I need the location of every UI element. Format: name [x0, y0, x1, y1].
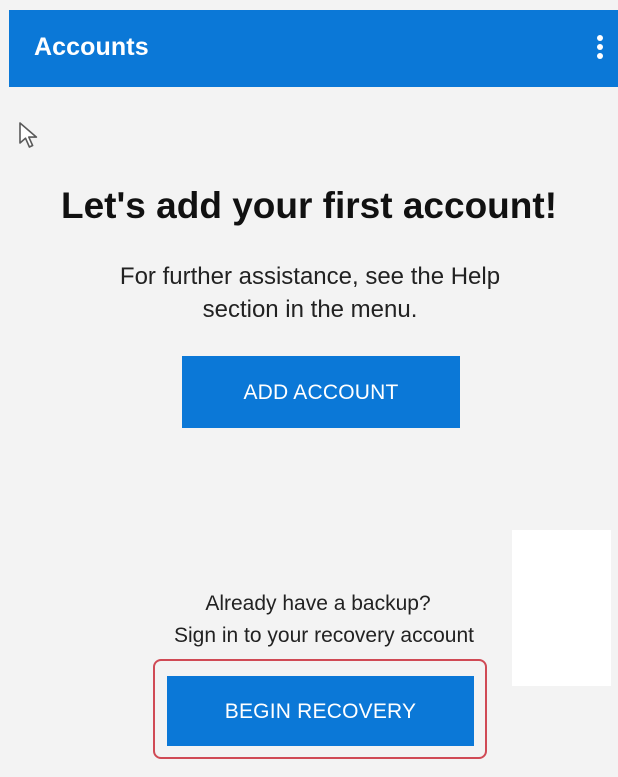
- backup-question: Already have a backup?: [205, 592, 431, 615]
- menu-dot-icon: [597, 35, 603, 41]
- blank-panel: [512, 530, 611, 686]
- app-title: Accounts: [34, 33, 149, 61]
- menu-dot-icon: [597, 53, 603, 59]
- empty-state-heading: Let's add your first account!: [60, 185, 558, 226]
- help-text: For further assistance, see the Help sec…: [119, 263, 501, 323]
- menu-dot-icon: [597, 44, 603, 50]
- app-bar: Accounts: [9, 10, 618, 87]
- begin-recovery-button[interactable]: BEGIN RECOVERY: [167, 676, 474, 746]
- recovery-prompt: Sign in to your recovery account: [174, 624, 474, 647]
- mouse-pointer-icon: [19, 122, 38, 148]
- add-account-button[interactable]: ADD ACCOUNT: [182, 356, 460, 428]
- more-vertical-icon[interactable]: [590, 28, 610, 66]
